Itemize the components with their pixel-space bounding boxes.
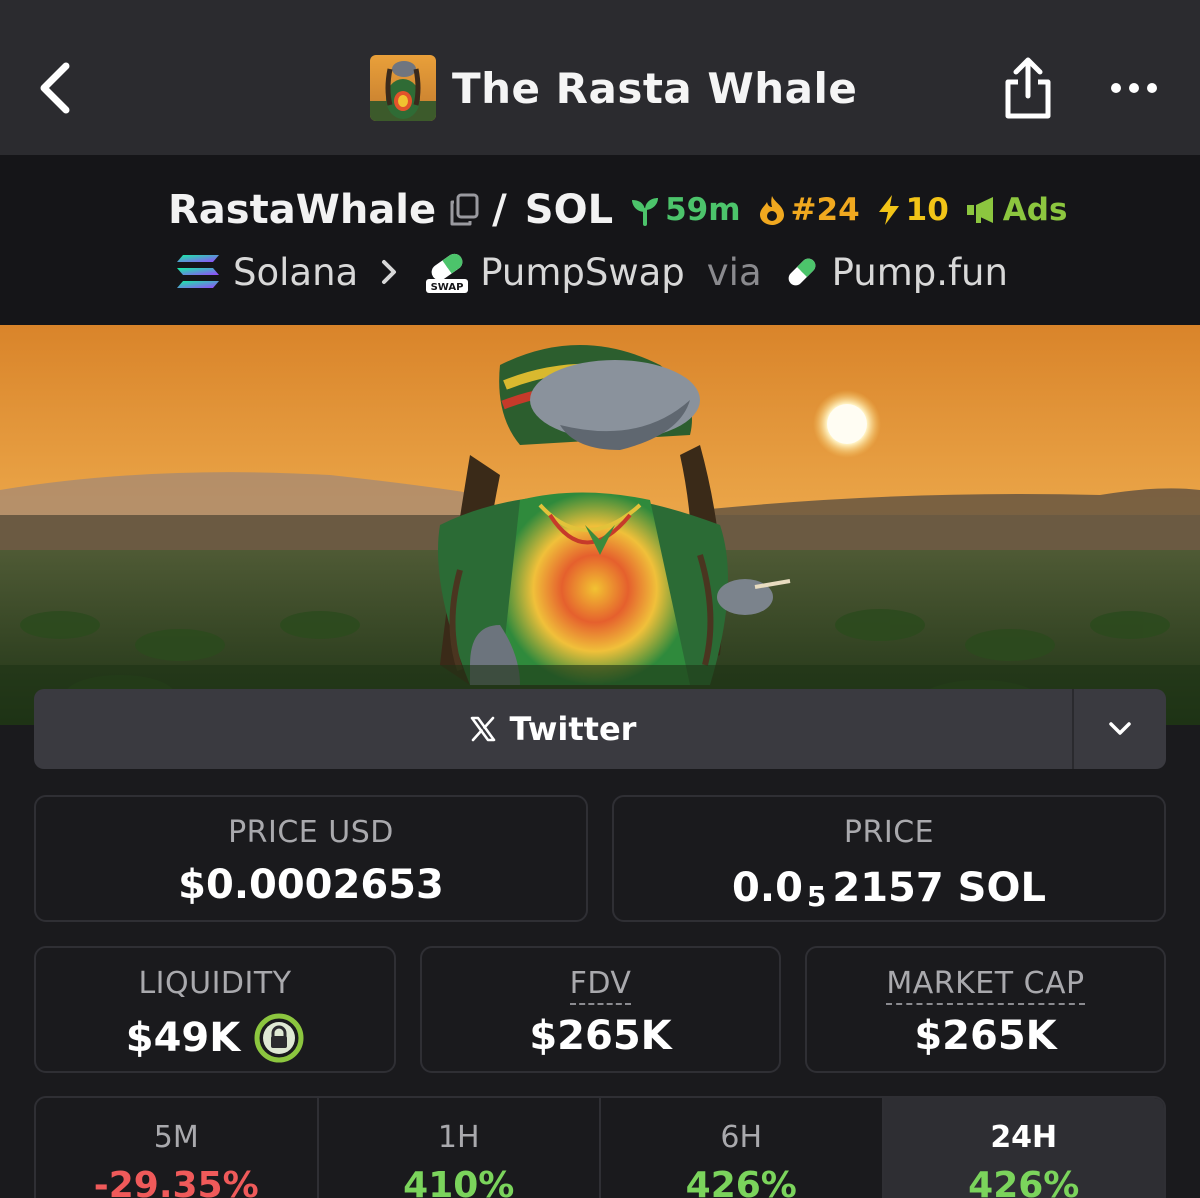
fdv-value: $265K (529, 1013, 672, 1059)
price-native-label: PRICE (843, 815, 935, 850)
tab-24h-change: 426% (968, 1165, 1080, 1198)
megaphone-icon (966, 197, 993, 223)
more-icon (1111, 83, 1157, 93)
pair-separator: / (492, 187, 507, 233)
pill-icon (788, 258, 815, 286)
tab-5m-label: 5M (153, 1120, 199, 1155)
quote-token-symbol: SOL (524, 187, 614, 233)
sprout-icon (632, 198, 659, 226)
share-icon (1005, 57, 1051, 119)
back-button[interactable] (30, 58, 80, 118)
market-cap-card[interactable]: MARKET CAP $265K (805, 946, 1166, 1073)
boost-badge[interactable]: 10 (876, 192, 949, 228)
price-usd-value: $0.0002653 (178, 862, 444, 908)
tab-1h-change: 410% (403, 1165, 515, 1198)
chevron-left-icon (40, 62, 70, 114)
dex-badge-text: SWAP (431, 282, 464, 293)
tab-24h[interactable]: 24H 426% (883, 1098, 1164, 1198)
ads-badge[interactable]: Ads (965, 192, 1068, 228)
lightning-icon (878, 195, 899, 225)
header-title-group: The Rasta Whale (370, 55, 857, 121)
tab-1h-label: 1H (437, 1120, 480, 1155)
price-native-value: 0.0 5 2157 SOL (614, 862, 1164, 914)
chevron-right-icon (382, 260, 397, 284)
liquidity-label: LIQUIDITY (138, 966, 292, 1001)
pair-breadcrumb: Solana SWAP PumpSwap via Pump.fun (175, 247, 1008, 297)
trending-badge[interactable]: #24 (757, 192, 860, 228)
social-links-bar: Twitter (34, 689, 1166, 769)
base-token-symbol: RastaWhale (168, 187, 437, 233)
pair-header: RastaWhale / SOL 59m #24 10 Ads (168, 185, 1067, 235)
page-title: The Rasta Whale (452, 63, 858, 113)
share-button[interactable] (998, 52, 1058, 124)
pair-age: 59m (665, 192, 741, 228)
launchpad-name[interactable]: Pump.fun (832, 251, 1008, 294)
market-cap-value: $265K (914, 1013, 1057, 1059)
top-bar: The Rasta Whale (0, 0, 1200, 155)
twitter-button[interactable]: Twitter (34, 689, 1072, 769)
price-usd-card: PRICE USD $0.0002653 (34, 795, 588, 922)
tab-6h-label: 6H (720, 1120, 763, 1155)
tab-5m-change: -29.35% (93, 1165, 259, 1198)
twitter-label: Twitter (509, 710, 637, 748)
price-native-card: PRICE 0.0 5 2157 SOL (612, 795, 1166, 922)
tab-5m[interactable]: 5M -29.35% (36, 1098, 319, 1198)
price-native-prefix: 0.0 (732, 864, 803, 911)
liquidity-value: $49K (125, 1015, 241, 1061)
tab-6h-change: 426% (685, 1165, 797, 1198)
timeframe-tabs: 5M -29.35% 1H 410% 6H 426% 24H 426% (34, 1096, 1166, 1198)
dex-name[interactable]: PumpSwap (480, 251, 685, 294)
solana-icon (177, 255, 219, 288)
ads-label: Ads (1002, 192, 1068, 228)
social-dropdown-button[interactable] (1074, 689, 1166, 769)
tab-1h[interactable]: 1H 410% (319, 1098, 601, 1198)
liquidity-value-row: $49K (36, 1013, 394, 1063)
chevron-down-icon (1109, 722, 1131, 735)
market-cap-label: MARKET CAP (807, 966, 1164, 1005)
price-usd-label: PRICE USD (228, 815, 394, 850)
token-avatar (370, 55, 436, 121)
token-banner-image (0, 325, 1200, 725)
x-logo-icon (470, 716, 495, 742)
fdv-card[interactable]: FDV $265K (420, 946, 781, 1073)
chain-name[interactable]: Solana (233, 251, 358, 294)
pair-age-badge: 59m (629, 192, 741, 228)
pair-info: RastaWhale / SOL 59m #24 10 Ads Solana S… (0, 155, 1200, 325)
fdv-label: FDV (422, 966, 779, 1005)
lock-icon[interactable] (254, 1013, 304, 1063)
price-native-zero-count: 5 (806, 880, 827, 913)
copy-icon[interactable] (448, 193, 480, 227)
tab-6h[interactable]: 6H 426% (601, 1098, 884, 1198)
flame-icon (759, 196, 784, 225)
pumpswap-icon: SWAP (426, 253, 469, 293)
price-native-suffix: 2157 SOL (832, 864, 1046, 911)
more-options-button[interactable] (1106, 70, 1166, 106)
via-label: via (706, 250, 762, 294)
tab-24h-label: 24H (990, 1120, 1058, 1155)
boost-count: 10 (905, 192, 949, 228)
trending-rank: #24 (790, 192, 860, 228)
liquidity-card: LIQUIDITY $49K (34, 946, 396, 1073)
